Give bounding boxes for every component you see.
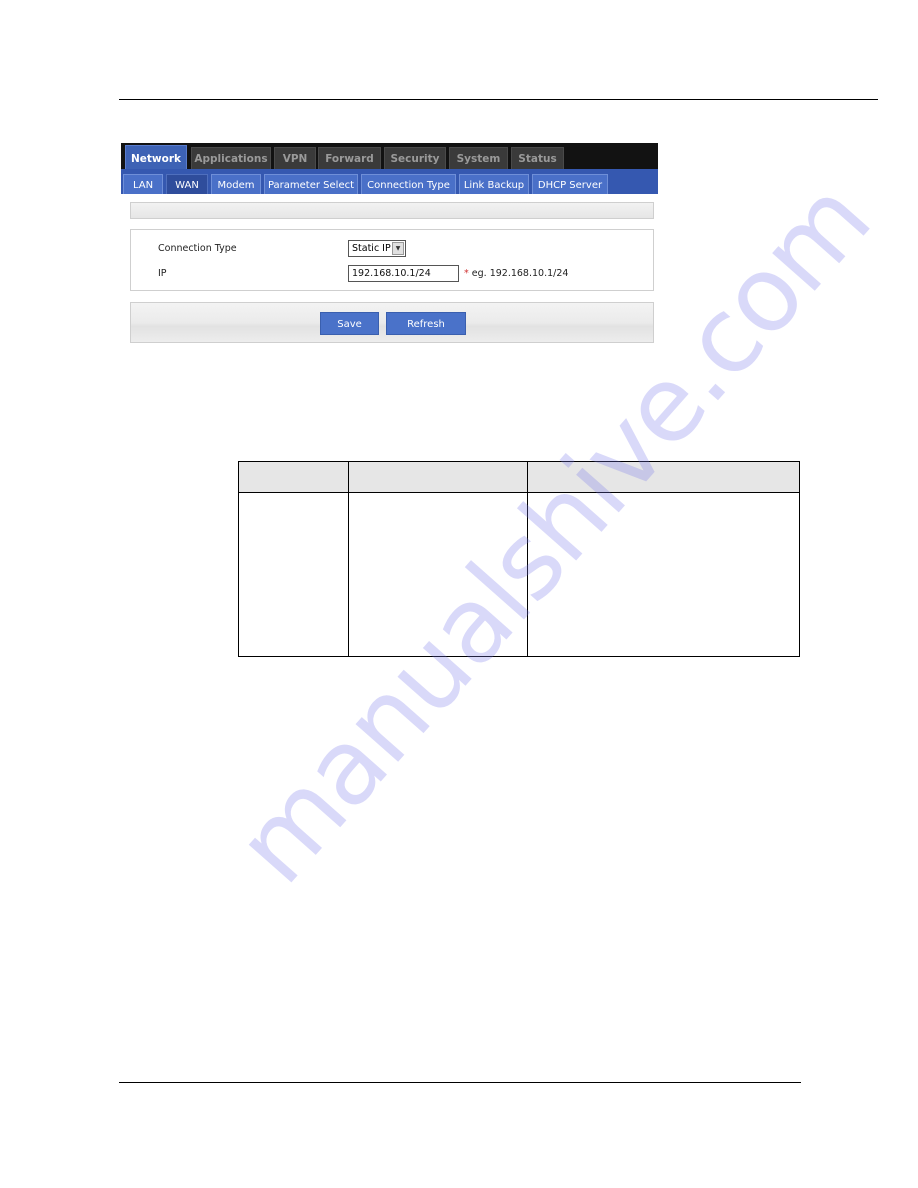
chevron-down-icon[interactable]: ▼ xyxy=(392,242,404,255)
main-nav-bar: Network Applications VPN Forward Securit… xyxy=(121,143,658,170)
tab-network[interactable]: Network xyxy=(125,145,187,170)
subtab-modem[interactable]: Modem xyxy=(211,174,261,194)
tab-vpn[interactable]: VPN xyxy=(274,147,316,169)
required-asterisk: * xyxy=(464,268,469,279)
tab-forward[interactable]: Forward xyxy=(318,147,381,169)
page-header-rule xyxy=(119,99,878,100)
table-header-cell xyxy=(527,461,800,493)
ip-hint-text: eg. 192.168.10.1/24 xyxy=(471,268,569,279)
parameter-table xyxy=(238,461,800,657)
sub-nav-bar: LAN WAN Modem Parameter Select Connectio… xyxy=(121,169,658,194)
subtab-link-backup[interactable]: Link Backup xyxy=(459,174,529,194)
subtab-connection-type[interactable]: Connection Type xyxy=(361,174,456,194)
table-cell xyxy=(347,492,529,657)
subtab-wan[interactable]: WAN xyxy=(166,174,208,194)
router-config-screenshot: Network Applications VPN Forward Securit… xyxy=(121,143,658,344)
subtab-dhcp-server[interactable]: DHCP Server xyxy=(532,174,608,194)
subtab-lan[interactable]: LAN xyxy=(123,174,163,194)
tab-applications[interactable]: Applications xyxy=(191,147,271,169)
section-header-strip xyxy=(130,202,654,219)
subtab-parameter-select[interactable]: Parameter Select xyxy=(264,174,358,194)
tab-status[interactable]: Status xyxy=(511,147,564,169)
tab-security[interactable]: Security xyxy=(384,147,446,169)
connection-type-label: Connection Type xyxy=(158,243,237,254)
ip-input[interactable] xyxy=(348,265,459,282)
table-row xyxy=(238,492,800,657)
connection-type-select[interactable]: Static IP ▼ xyxy=(348,240,406,257)
save-button[interactable]: Save xyxy=(320,312,379,335)
ip-label: IP xyxy=(158,268,167,279)
table-cell xyxy=(527,492,800,657)
table-header-cell xyxy=(347,461,529,493)
button-bar: Save Refresh xyxy=(130,302,654,343)
connection-type-value: Static IP xyxy=(352,243,391,254)
table-header-row xyxy=(238,461,800,493)
refresh-button[interactable]: Refresh xyxy=(386,312,466,335)
table-cell xyxy=(238,492,349,657)
table-header-cell xyxy=(238,461,349,493)
page-footer-rule xyxy=(119,1082,801,1083)
wan-settings-form: Connection Type Static IP ▼ IP * eg. 192… xyxy=(130,229,654,291)
ip-hint: * eg. 192.168.10.1/24 xyxy=(464,268,568,279)
tab-system[interactable]: System xyxy=(449,147,508,169)
